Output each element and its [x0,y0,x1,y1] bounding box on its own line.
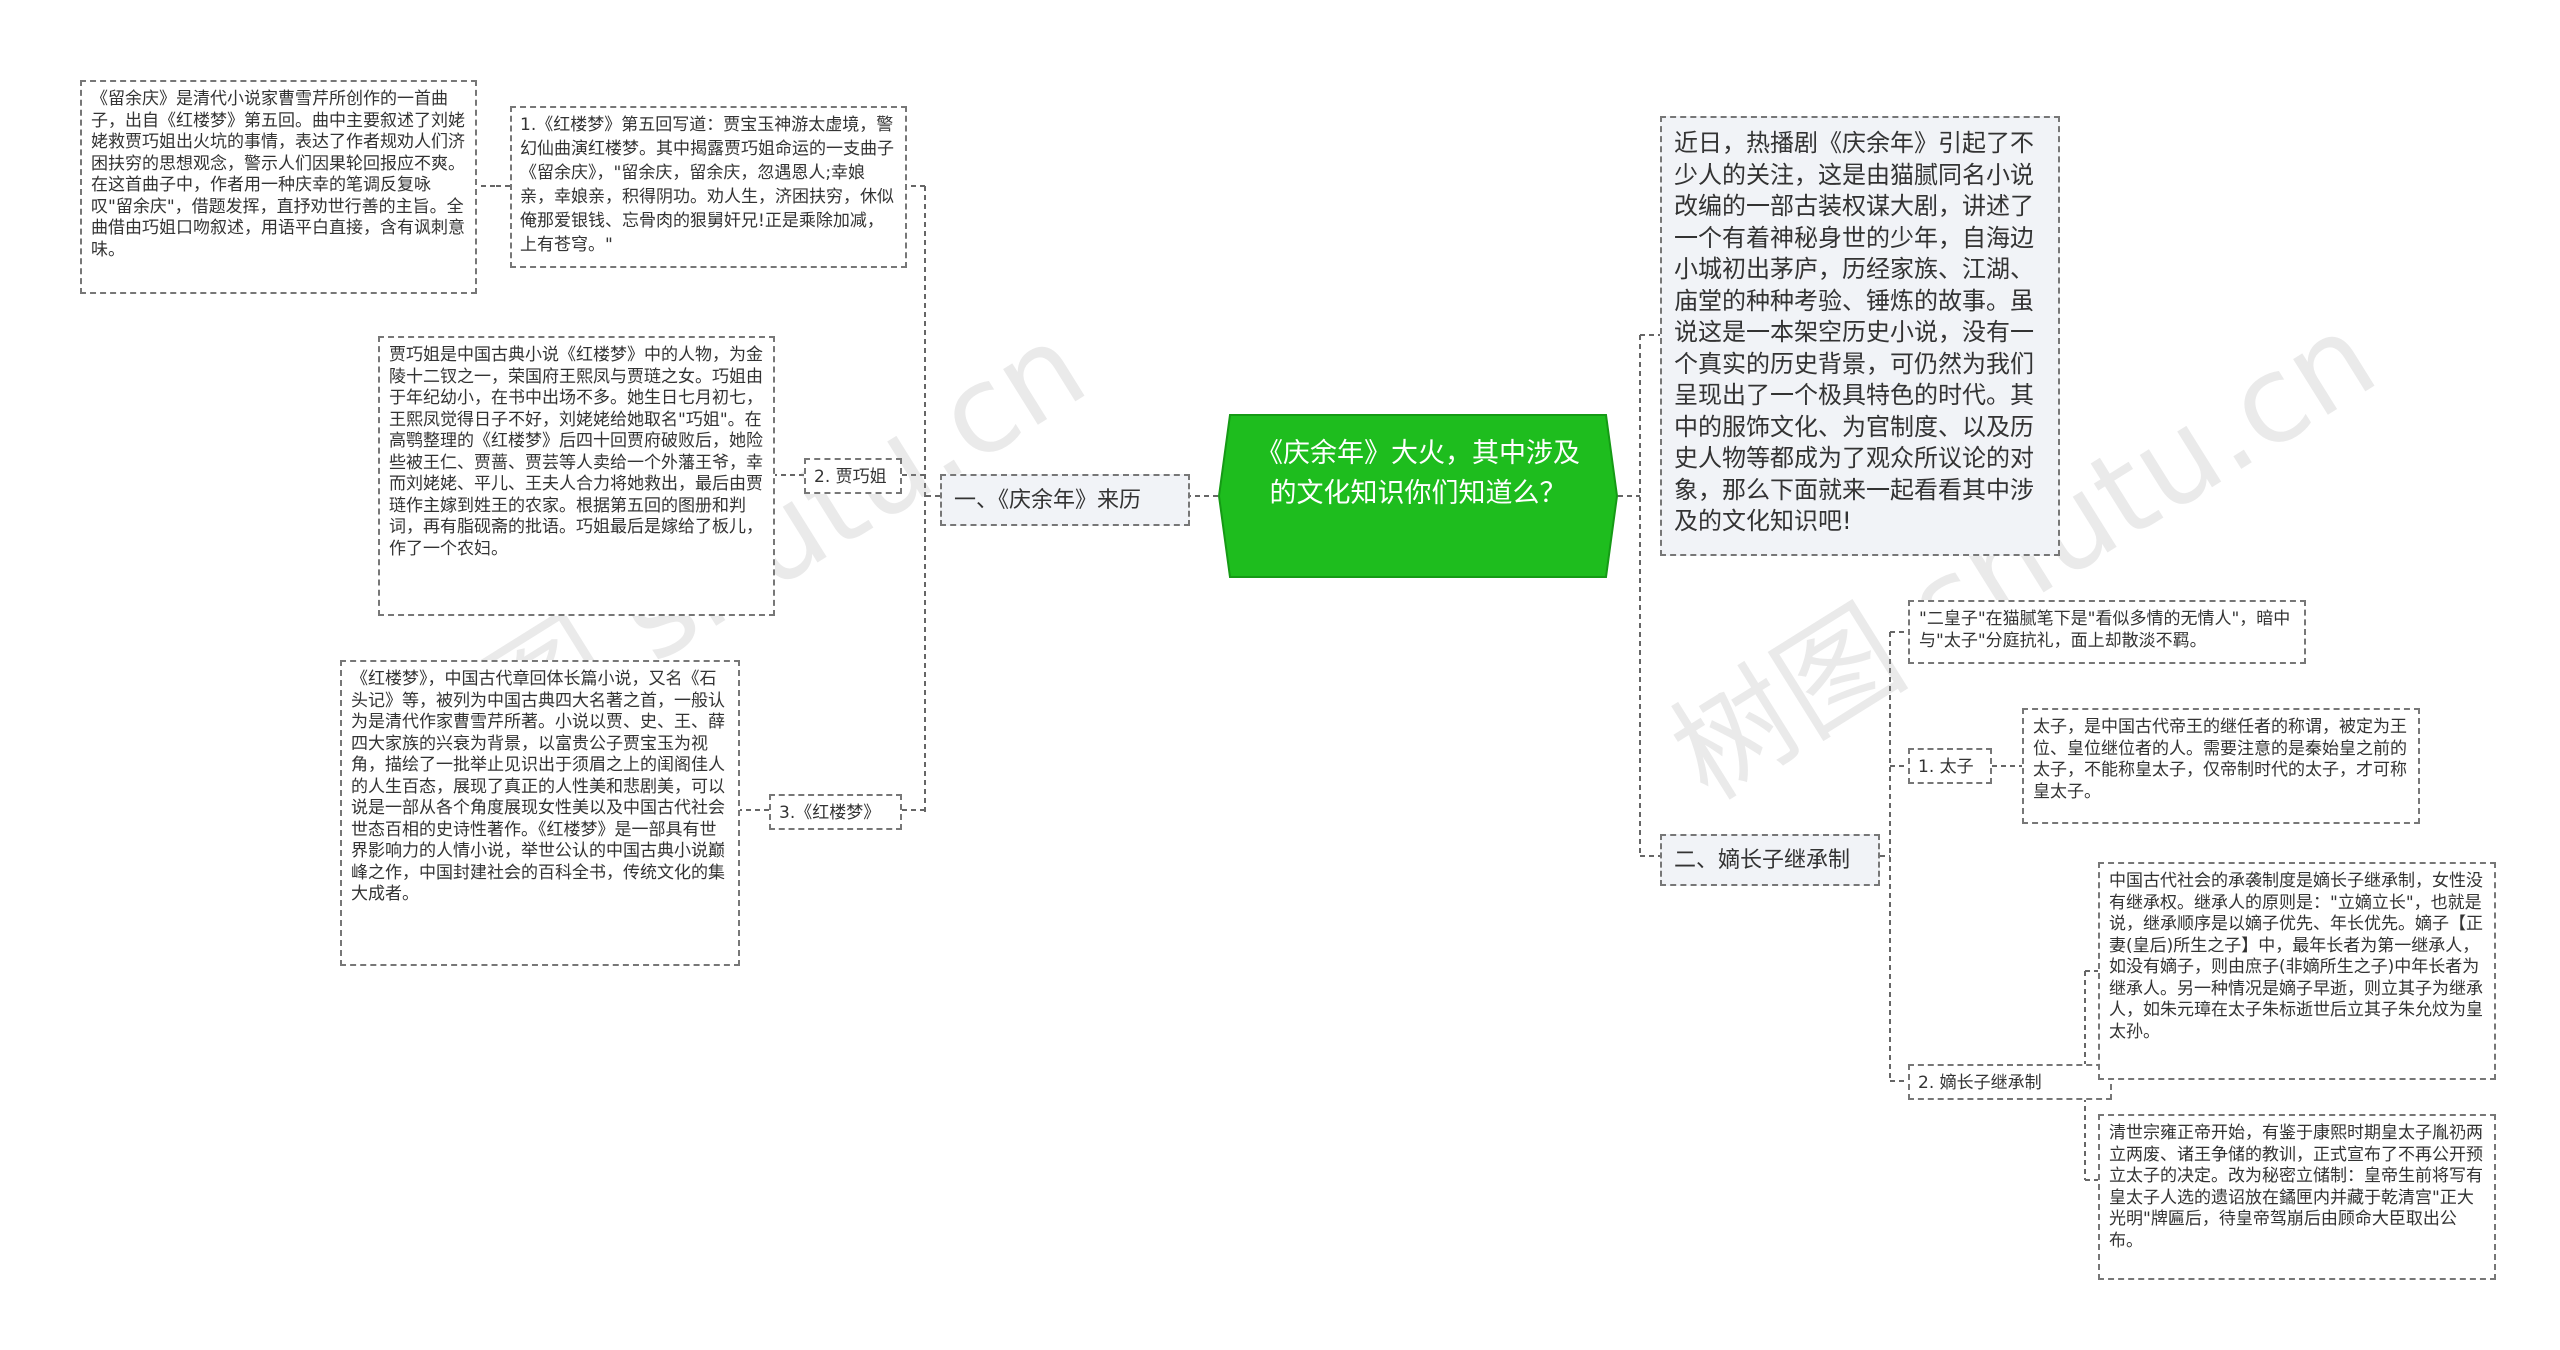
intro-text[interactable]: 近日，热播剧《庆余年》引起了不少人的关注，这是由猫腻同名小说改编的一部古装权谋大… [1660,116,2060,556]
sub-taizi[interactable]: 1. 太子 [1908,748,1992,784]
detail-dizhangzi-1[interactable]: 中国古代社会的承袭制度是嫡长子继承制，女性没有继承权。继承人的原则是："立嫡立长… [2098,862,2496,1080]
central-topic[interactable]: 《庆余年》大火，其中涉及的文化知识你们知道么？ [1218,414,1618,578]
central-topic-text: 《庆余年》大火，其中涉及的文化知识你们知道么？ [1256,438,1580,509]
detail-jia-qiaojie[interactable]: 贾巧姐是中国古典小说《红楼梦》中的人物，为金陵十二钗之一，荣国府王熙凤与贾琏之女… [378,336,775,616]
detail-taizi[interactable]: 太子，是中国古代帝王的继任者的称谓，被定为王位、皇位继位者的人。需要注意的是秦始… [2022,708,2420,824]
branch-primogeniture[interactable]: 二、嫡长子继承制 [1660,834,1880,886]
note-second-prince[interactable]: "二皇子"在猫腻笔下是"看似多情的无情人"，暗中与"太子"分庭抗礼，面上却散淡不… [1908,600,2306,664]
sub-hongloumeng-ch5[interactable]: 1.《红楼梦》第五回写道：贾宝玉神游太虚境，警幻仙曲演红楼梦。其中揭露贾巧姐命运… [510,106,907,268]
sub-jia-qiaojie[interactable]: 2. 贾巧姐 [804,458,902,494]
sub-hongloumeng[interactable]: 3.《红楼梦》 [769,794,902,830]
branch-origin[interactable]: 一、《庆余年》来历 [940,474,1190,526]
connector-center-right [1618,334,1660,857]
sub-dizhangzi[interactable]: 2. 嫡长子继承制 [1908,1064,2112,1100]
detail-dizhangzi-2[interactable]: 清世宗雍正帝开始，有鉴于康熙时期皇太子胤礽两立两废、诸王争储的教训，正式宣布了不… [2098,1114,2496,1280]
detail-hongloumeng[interactable]: 《红楼梦》，中国古代章回体长篇小说，又名《石头记》等，被列为中国古典四大名著之首… [340,660,740,966]
detail-liuyuqing[interactable]: 《留余庆》是清代小说家曹雪芹所创作的一首曲子，出自《红楼梦》第五回。曲中主要叙述… [80,80,477,294]
